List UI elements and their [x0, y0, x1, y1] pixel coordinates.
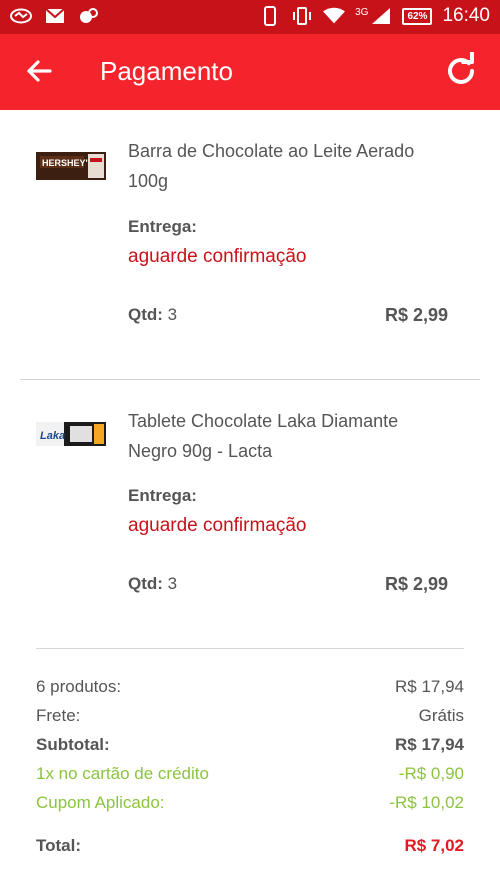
network-type: 3G [355, 6, 369, 18]
quantity-label: Qtd: [128, 574, 163, 593]
gmail-icon [44, 6, 66, 26]
wifi-icon [323, 6, 346, 26]
list-item: Laka Tablete Chocolate Laka Diamante Neg… [0, 380, 500, 648]
quantity-label: Qtd: [128, 305, 163, 324]
coupon-value: -R$ 10,02 [389, 793, 464, 812]
page-title: Pagamento [100, 56, 233, 86]
svg-text:Laka: Laka [40, 430, 65, 442]
product-image-laka: Laka [36, 418, 106, 452]
handshake-icon [10, 6, 32, 26]
product-name: Barra de Chocolate ao Leite Aerado 100g [128, 141, 415, 191]
delivery-label: Entrega: [128, 217, 197, 236]
product-image-hersheys: HERSHEY'S [36, 150, 106, 184]
phone-icon [259, 6, 281, 26]
quantity-value: 3 [167, 574, 178, 593]
card-discount-value: -R$ 0,90 [398, 764, 464, 783]
total-label: Total: [36, 836, 82, 855]
delivery-status: aguarde confirmação [128, 246, 307, 267]
delivery-status: aguarde confirmação [128, 515, 307, 536]
list-item: HERSHEY'S Barra de Chocolate ao Leite Ae… [0, 110, 500, 380]
card-discount-label: 1x no cartão de crédito [36, 764, 209, 783]
signal-icon [370, 6, 392, 26]
subtotal-label: Subtotal: [36, 735, 110, 754]
product-price: R$ 2,99 [384, 574, 448, 594]
arrow-left-icon [27, 60, 52, 82]
product-price: R$ 2,99 [384, 305, 448, 325]
back-button[interactable] [22, 54, 56, 88]
products-count-label: 6 produtos: [36, 677, 122, 696]
shipping-value: Grátis [418, 706, 464, 725]
total-value: R$ 7,02 [404, 836, 464, 855]
refresh-icon [448, 51, 474, 84]
app-bar: Pagamento [0, 34, 500, 110]
vibrate-icon [291, 6, 313, 26]
subtotal-value: R$ 17,94 [395, 735, 464, 754]
products-total-value: R$ 17,94 [395, 677, 464, 696]
quantity: Qtd: 3 [128, 305, 177, 325]
product-name: Tablete Chocolate Laka Diamante Negro 90… [128, 411, 399, 461]
coupon-label: Cupom Aplicado: [36, 793, 165, 812]
shipping-label: Frete: [36, 706, 81, 725]
divider [36, 648, 464, 649]
delivery-label: Entrega: [128, 486, 197, 505]
status-bar: 3G 62% 16:40 [0, 0, 500, 34]
quantity: Qtd: 3 [128, 574, 177, 594]
clock: 16:40 [442, 5, 490, 26]
battery-indicator: 62% [402, 7, 433, 25]
quantity-value: 3 [167, 305, 178, 324]
svg-text:HERSHEY'S: HERSHEY'S [42, 158, 94, 168]
notification-icon [78, 6, 100, 26]
refresh-button[interactable] [442, 51, 480, 90]
